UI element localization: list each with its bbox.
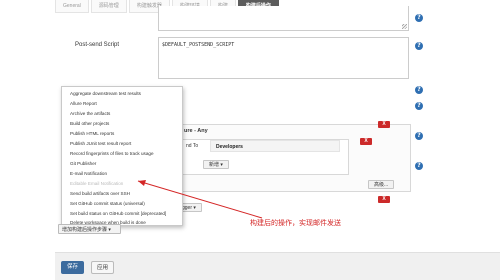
add-post-build-step-button[interactable]: 增加构建后操作步骤 ▾ (58, 224, 121, 234)
annotation-text: 构建后的操作，实现邮件发送 (250, 220, 341, 227)
menu-item-publish-html[interactable]: Publish HTML reports (62, 129, 182, 139)
apply-button[interactable]: 应用 (91, 261, 114, 274)
help-icon[interactable]: ? (415, 14, 423, 22)
help-icon[interactable]: ? (415, 86, 423, 94)
recipient-developers: Developers (210, 140, 340, 152)
menu-item-editable-email[interactable]: Editable Email Notification (62, 179, 182, 189)
menu-item-aggregate-downstream[interactable]: Aggregate downstream test results (62, 89, 182, 99)
send-to-label: nd To (186, 143, 199, 149)
help-icon[interactable]: ? (415, 162, 423, 170)
save-button[interactable]: 保存 (61, 261, 84, 274)
help-icon[interactable]: ? (415, 132, 423, 140)
menu-item-email-notification[interactable]: E-mail Notification (62, 169, 182, 179)
add-recipient-button[interactable]: 新增 ▾ (203, 160, 229, 169)
tab-general[interactable]: General (55, 0, 89, 13)
menu-item-git-publisher[interactable]: Git Publisher (62, 159, 182, 169)
menu-item-github-status-universal[interactable]: Set GitHub commit status (universal) (62, 199, 182, 209)
help-icon[interactable]: ? (415, 42, 423, 50)
delete-icon[interactable]: X (378, 121, 390, 128)
delete-icon[interactable]: X (378, 196, 390, 203)
help-icon[interactable]: ? (415, 102, 423, 110)
post-send-script-label: Post-send Script (75, 42, 120, 48)
menu-item-publish-junit[interactable]: Publish JUnit test result report (62, 139, 182, 149)
tab-source-control[interactable]: 源码管理 (90, 0, 127, 13)
menu-item-record-fingerprints[interactable]: Record fingerprints of files to track us… (62, 149, 182, 159)
resize-grip-icon[interactable] (402, 24, 407, 29)
post-send-script-textarea[interactable]: $DEFAULT_POSTSEND_SCRIPT (158, 37, 409, 79)
footer-bar (55, 252, 500, 280)
menu-item-send-ssh[interactable]: Send build artifacts over SSH (62, 189, 182, 199)
pre-send-script-textarea[interactable] (158, 6, 409, 31)
post-build-actions-menu: Aggregate downstream test results Allure… (61, 86, 183, 226)
menu-item-archive-artifacts[interactable]: Archive the artifacts (62, 109, 182, 119)
email-panel-title: ure - Any (184, 128, 208, 134)
menu-item-allure-report[interactable]: Allure Report (62, 99, 182, 109)
menu-item-build-other-projects[interactable]: Build other projects (62, 119, 182, 129)
delete-icon[interactable]: X (360, 138, 372, 145)
advanced-button[interactable]: 高级... (368, 180, 395, 189)
